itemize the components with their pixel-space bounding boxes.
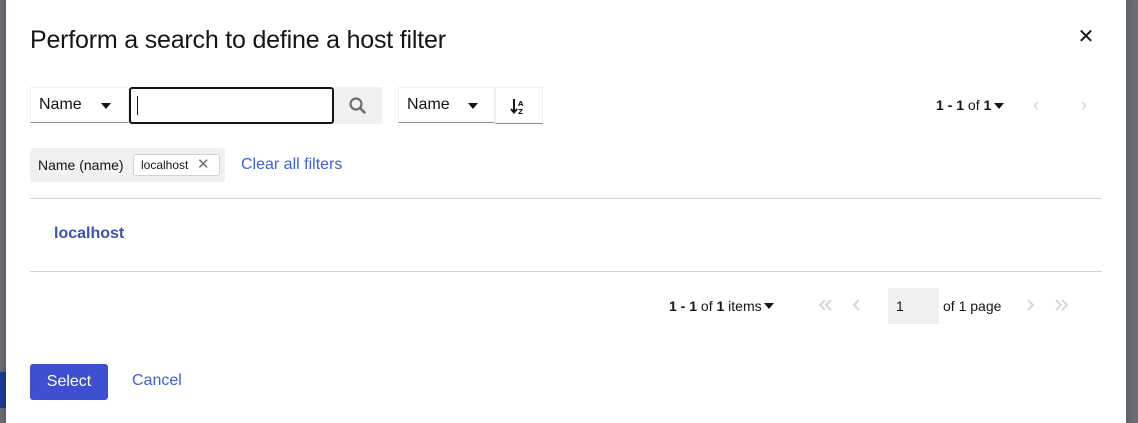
pagination-range: 1 - 1 [936, 97, 965, 113]
last-page-icon[interactable] [1053, 296, 1071, 314]
current-page-input[interactable] [888, 288, 939, 324]
caret-down-icon [468, 103, 478, 109]
divider [30, 198, 1102, 199]
pagination-total: 1 [983, 97, 992, 113]
modal-title: Perform a search to define a host filter [30, 26, 446, 54]
caret-down-icon [764, 303, 774, 309]
clear-all-filters-link[interactable]: Clear all filters [241, 156, 342, 174]
caret-down-icon [101, 103, 111, 109]
pagination-total: 1 [716, 298, 725, 314]
filter-attribute-label: Name [39, 96, 82, 113]
svg-text:A: A [518, 100, 524, 108]
chip-label: localhost [141, 158, 189, 172]
pagination-items-label: items [728, 298, 762, 314]
select-button[interactable]: Select [30, 364, 108, 400]
search-input[interactable] [129, 87, 334, 124]
host-filter-modal: Perform a search to define a host filter… [6, 0, 1126, 423]
next-page-icon[interactable] [1021, 296, 1039, 314]
close-icon: ✕ [1077, 26, 1095, 48]
sort-attribute-label: Name [407, 96, 450, 113]
sort-alpha-down-icon: A Z [510, 99, 524, 116]
pagination-bottom-toggle[interactable]: 1 - 1 of 1 items [669, 298, 762, 314]
chip-group-label: Name (name) [38, 157, 124, 173]
previous-page-icon[interactable]: ‹ [1033, 96, 1039, 114]
cancel-button[interactable]: Cancel [132, 372, 182, 390]
divider [30, 271, 1102, 272]
sort-attribute-select[interactable]: Name [398, 87, 495, 123]
caret-down-icon [994, 103, 1004, 109]
close-button[interactable]: ✕ [1076, 26, 1096, 48]
next-page-icon[interactable]: › [1081, 96, 1087, 114]
text-cursor [137, 96, 138, 115]
filter-attribute-select[interactable]: Name [30, 87, 129, 123]
pagination-range: 1 - 1 [669, 298, 698, 314]
search-icon [349, 97, 366, 114]
pagination-of: of [967, 97, 980, 113]
backdrop-edge-right [1126, 0, 1138, 423]
pagination-top-toggle[interactable]: 1 - 1 of 1 [936, 97, 991, 113]
result-item-link[interactable]: localhost [54, 225, 124, 243]
chip-remove-icon[interactable]: ✕ [197, 156, 210, 174]
sort-direction-button[interactable]: A Z [495, 87, 543, 124]
page-count-label: of 1 page [943, 298, 1002, 314]
filter-chip: localhost ✕ [133, 154, 220, 176]
first-page-icon[interactable] [816, 296, 834, 314]
pagination-of: of [700, 298, 713, 314]
previous-page-icon[interactable] [848, 296, 866, 314]
filter-chip-group: Name (name) localhost ✕ [30, 148, 225, 182]
svg-text:Z: Z [518, 108, 523, 116]
search-button[interactable] [334, 87, 382, 124]
